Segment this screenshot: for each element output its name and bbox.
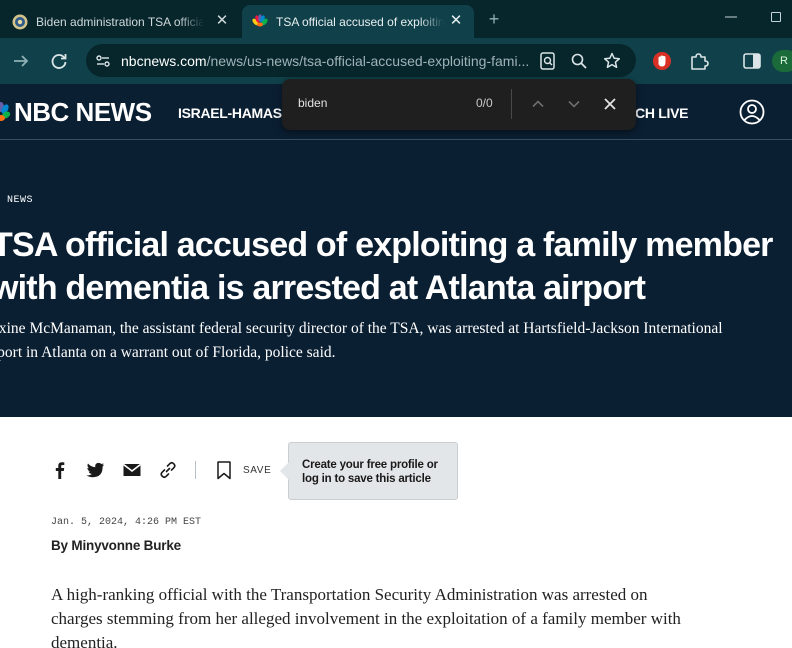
tab-strip: Biden administration TSA official accuse… — [0, 0, 792, 38]
bookmark-icon[interactable] — [214, 460, 234, 480]
find-input[interactable]: biden — [298, 96, 327, 110]
facebook-icon[interactable] — [50, 460, 70, 480]
adblock-extension-icon[interactable] — [651, 50, 673, 72]
article-timestamp: Jan. 5, 2024, 4:26 PM EST — [51, 517, 202, 528]
url-host: nbcnews.com — [121, 53, 207, 69]
address-bar[interactable]: nbcnews.com/news/us-news/tsa-official-ac… — [86, 44, 636, 77]
new-tab-button[interactable]: + — [484, 9, 504, 29]
extensions-puzzle-icon[interactable] — [688, 50, 710, 72]
share-divider — [195, 461, 196, 479]
save-button[interactable]: SAVE — [243, 465, 271, 476]
section-kicker[interactable]: . NEWS — [0, 195, 33, 206]
maximize-icon[interactable] — [771, 12, 781, 22]
article-dek: axine McManaman, the assistant federal s… — [0, 317, 792, 365]
save-tooltip: Create your free profile or log in to sa… — [280, 442, 458, 500]
article-hero: . NEWS TSA official accused of exploitin… — [0, 140, 792, 417]
twitter-icon[interactable] — [85, 460, 105, 480]
url-text: nbcnews.com/news/us-news/tsa-official-ac… — [121, 53, 529, 69]
find-next-icon[interactable] — [566, 96, 582, 112]
reader-mode-icon[interactable] — [538, 51, 558, 71]
find-in-page-bar: biden 0/0 — [282, 79, 636, 130]
body-line: A high-ranking official with the Transpo… — [51, 585, 648, 604]
body-line: dementia. — [51, 633, 118, 648]
tab-biden-administration[interactable]: Biden administration TSA official accuse… — [2, 5, 240, 38]
share-toolbar: SAVE — [50, 460, 290, 482]
find-match-count: 0/0 — [476, 96, 493, 110]
article-body-paragraph: A high-ranking official with the Transpo… — [51, 583, 751, 648]
headline-line: with dementia is arrested at Atlanta air… — [0, 269, 646, 307]
logo-text: NBC NEWS — [14, 96, 152, 127]
tooltip-text[interactable]: Create your free profile or log in to sa… — [302, 458, 452, 486]
tab-close-icon[interactable]: ✕ — [214, 13, 230, 29]
zoom-icon[interactable] — [570, 52, 588, 70]
byline-prefix: By — [51, 538, 68, 553]
find-divider — [511, 89, 512, 119]
headline-line: TSA official accused of exploiting a fam… — [0, 226, 773, 264]
bookmark-star-icon[interactable] — [602, 51, 622, 71]
email-icon[interactable] — [122, 460, 142, 480]
article-byline: By Minyvonne Burke — [51, 538, 181, 553]
body-line: charges stemming from her alleged involv… — [51, 609, 681, 628]
nbc-news-logo[interactable]: NBC NEWS — [0, 96, 152, 127]
article-headline: TSA official accused of exploiting a fam… — [0, 224, 792, 310]
tab-title: TSA official accused of exploiting a fam… — [276, 14, 444, 29]
site-favicon-icon — [12, 14, 28, 29]
forward-arrow-icon[interactable] — [10, 50, 32, 72]
find-previous-icon[interactable] — [530, 96, 546, 112]
account-icon[interactable] — [739, 99, 765, 125]
peacock-logo-icon — [0, 102, 10, 121]
author-link[interactable]: Minyvonne Burke — [71, 538, 181, 553]
reload-icon[interactable] — [48, 50, 70, 72]
side-panel-icon[interactable] — [741, 50, 763, 72]
site-info-icon[interactable] — [95, 53, 111, 69]
dek-line: axine McManaman, the assistant federal s… — [0, 320, 723, 337]
dek-line: rport in Atlanta on a warrant out of Flo… — [0, 344, 336, 361]
tab-title: Biden administration TSA official accuse… — [36, 14, 204, 29]
tab-tsa-official[interactable]: TSA official accused of exploiting a fam… — [242, 5, 474, 38]
minimize-icon[interactable] — [724, 9, 738, 25]
copy-link-icon[interactable] — [158, 460, 178, 480]
profile-avatar[interactable]: R — [772, 50, 792, 72]
browser-toolbar: nbcnews.com/news/us-news/tsa-official-ac… — [0, 38, 792, 84]
url-path: /news/us-news/tsa-official-accused-explo… — [206, 53, 530, 69]
nbc-peacock-favicon-icon — [252, 13, 268, 26]
tab-close-icon[interactable]: ✕ — [448, 13, 464, 29]
find-close-icon[interactable] — [602, 96, 618, 112]
